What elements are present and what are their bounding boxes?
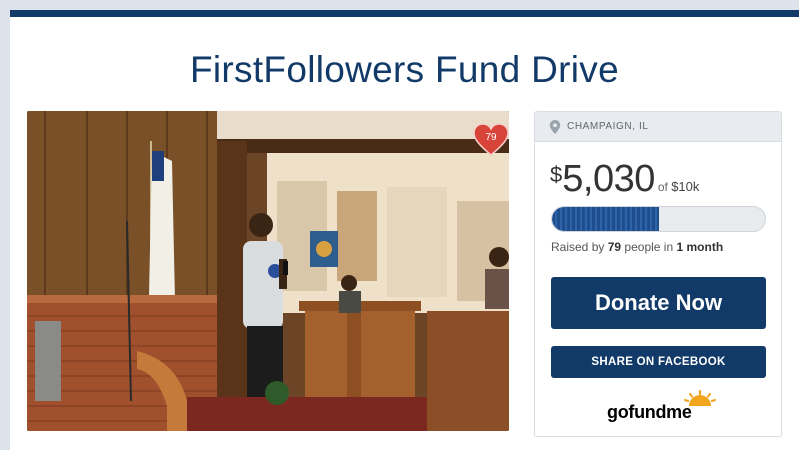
donation-sidebar: CHAMPAIGN, IL $ 5,030 of $10k Raised by … bbox=[534, 111, 782, 437]
campaign-photo[interactable]: 79 bbox=[27, 111, 509, 431]
gofundme-logo[interactable]: gofundme bbox=[607, 390, 717, 426]
heart-badge[interactable]: 79 bbox=[473, 123, 509, 157]
raised-prefix: Raised by bbox=[551, 240, 605, 254]
goal-amount: $10k bbox=[671, 179, 700, 194]
map-pin-icon bbox=[549, 119, 561, 134]
progress-bar-fill bbox=[552, 207, 660, 231]
campaign-duration: 1 month bbox=[676, 240, 724, 254]
people-label: people in bbox=[624, 240, 674, 254]
amount-raised-row: $ 5,030 of $10k bbox=[550, 158, 699, 201]
photo-illustration bbox=[27, 111, 509, 431]
gofundme-wordmark: gofundme bbox=[607, 402, 692, 422]
campaign-card: FirstFollowers Fund Drive 79 CHAMPAIGN, … bbox=[10, 10, 799, 450]
donor-count: 79 bbox=[607, 240, 622, 254]
goal-prefix: of bbox=[657, 180, 668, 194]
donate-now-button[interactable]: Donate Now bbox=[551, 277, 766, 329]
location-bar: CHAMPAIGN, IL bbox=[535, 112, 781, 142]
heart-count: 79 bbox=[485, 132, 497, 143]
campaign-location: CHAMPAIGN, IL bbox=[567, 121, 649, 132]
currency-symbol: $ bbox=[550, 162, 563, 187]
progress-bar bbox=[551, 206, 766, 232]
share-on-facebook-button[interactable]: SHARE ON FACEBOOK bbox=[551, 346, 766, 378]
goal-text: of $10k bbox=[658, 179, 700, 194]
raised-summary: Raised by 79 people in 1 month bbox=[551, 240, 723, 254]
campaign-title: FirstFollowers Fund Drive bbox=[190, 49, 619, 90]
amount-raised: 5,030 bbox=[562, 158, 655, 200]
